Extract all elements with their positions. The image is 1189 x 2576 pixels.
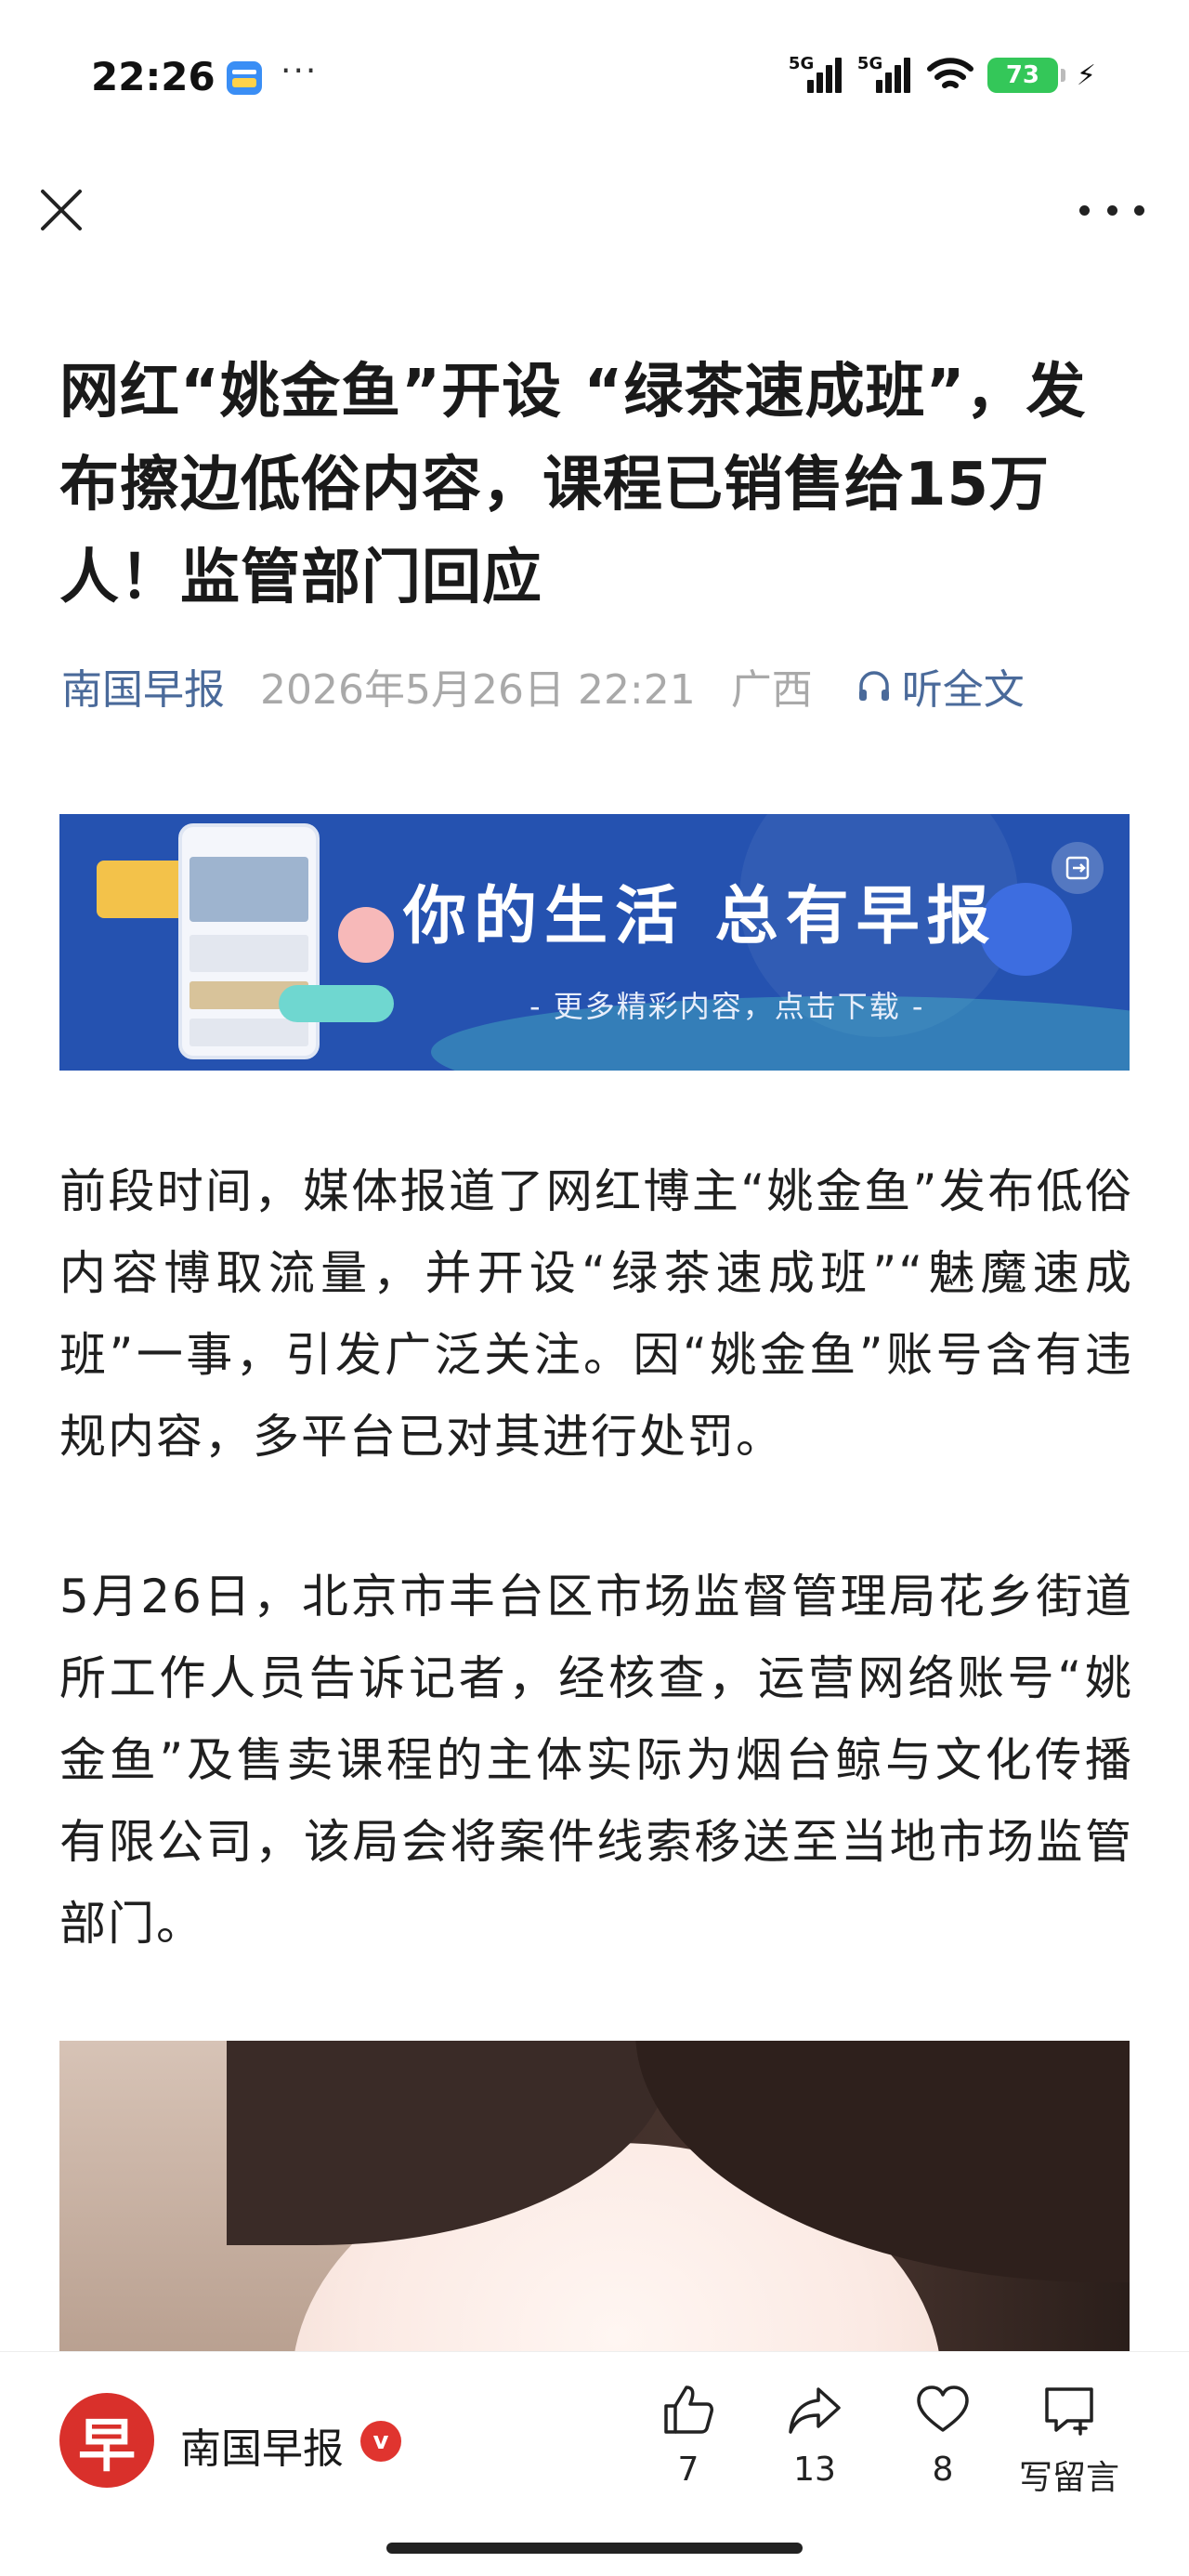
wallet-icon: [227, 61, 262, 95]
bottom-action-bar: 早 南国早报 v 7 13 8 写留言: [0, 2351, 1189, 2500]
headphones-icon: [858, 671, 889, 701]
home-indicator[interactable]: [386, 2543, 803, 2554]
favorite-count: 8: [932, 2451, 954, 2489]
article-title: 网红“姚金鱼”开设 “绿茶速成班”，发布擦边低俗内容，课程已销售给15万人！监管…: [59, 358, 1087, 612]
phone-illustration: [178, 823, 320, 1059]
publish-datetime: 2026年5月26日 22:21: [260, 666, 696, 714]
battery-icon: 73: [986, 58, 1065, 93]
thumbs-up-icon: [664, 2385, 713, 2434]
download-banner[interactable]: 你的生活 总有早报 - 更多精彩内容，点击下载 -: [59, 814, 1130, 1071]
article-meta: 南国早报 2026年5月26日 22:21 广西 听全文: [61, 658, 1025, 714]
write-comment-label: 写留言: [1018, 2459, 1119, 2497]
verified-badge: v: [360, 2421, 401, 2462]
status-indicators: 5G 5G 73 ⚡: [789, 52, 1096, 99]
heart-icon: [917, 2385, 969, 2432]
status-bar: 22:26 ··· 5G 5G 73 ⚡: [0, 0, 1189, 149]
share-icon: [789, 2387, 841, 2434]
open-app-icon[interactable]: [1052, 842, 1104, 894]
banner-subtitle: - 更多精彩内容，点击下载 -: [529, 989, 925, 1024]
region-label: 广西: [730, 666, 813, 714]
article-photo[interactable]: [59, 2041, 1130, 2357]
close-icon[interactable]: [37, 186, 85, 234]
more-notifications-icon: ···: [281, 52, 319, 90]
listen-full-button[interactable]: 听全文: [856, 656, 1025, 716]
banner-slogan: 你的生活 总有早报: [403, 880, 998, 953]
account-avatar[interactable]: 早: [59, 2393, 154, 2488]
like-count: 7: [677, 2451, 699, 2489]
more-options-icon[interactable]: [1079, 186, 1144, 234]
account-name[interactable]: 南国早报: [180, 2415, 344, 2475]
signal-5g-icon-2: 5G: [857, 54, 913, 97]
comment-add-icon: [1045, 2387, 1093, 2436]
like-button[interactable]: 7: [628, 2380, 749, 2489]
favorite-button[interactable]: 8: [882, 2380, 1003, 2489]
article-page: 22:26 ··· 5G 5G 73 ⚡ 网红“姚金鱼”开设 “绿茶速成班”，发…: [0, 0, 1189, 2576]
signal-5g-icon: 5G: [789, 54, 844, 97]
share-count: 13: [793, 2451, 836, 2489]
article-paragraph: 5月26日，北京市丰台区市场监督管理局花乡街道所工作人员告诉记者，经核查，运营网…: [59, 1570, 1133, 1951]
share-button[interactable]: 13: [754, 2380, 875, 2489]
charging-icon: ⚡: [1076, 59, 1096, 92]
status-time: 22:26: [91, 54, 216, 99]
source-link[interactable]: 南国早报: [61, 656, 225, 716]
write-comment-button[interactable]: 写留言: [1009, 2380, 1130, 2499]
wifi-icon: [926, 58, 973, 88]
listen-full-label: 听全文: [901, 666, 1025, 714]
article-paragraph: 前段时间，媒体报道了网红博主“姚金鱼”发布低俗内容博取流量，并开设“绿茶速成班”…: [59, 1164, 1133, 1464]
